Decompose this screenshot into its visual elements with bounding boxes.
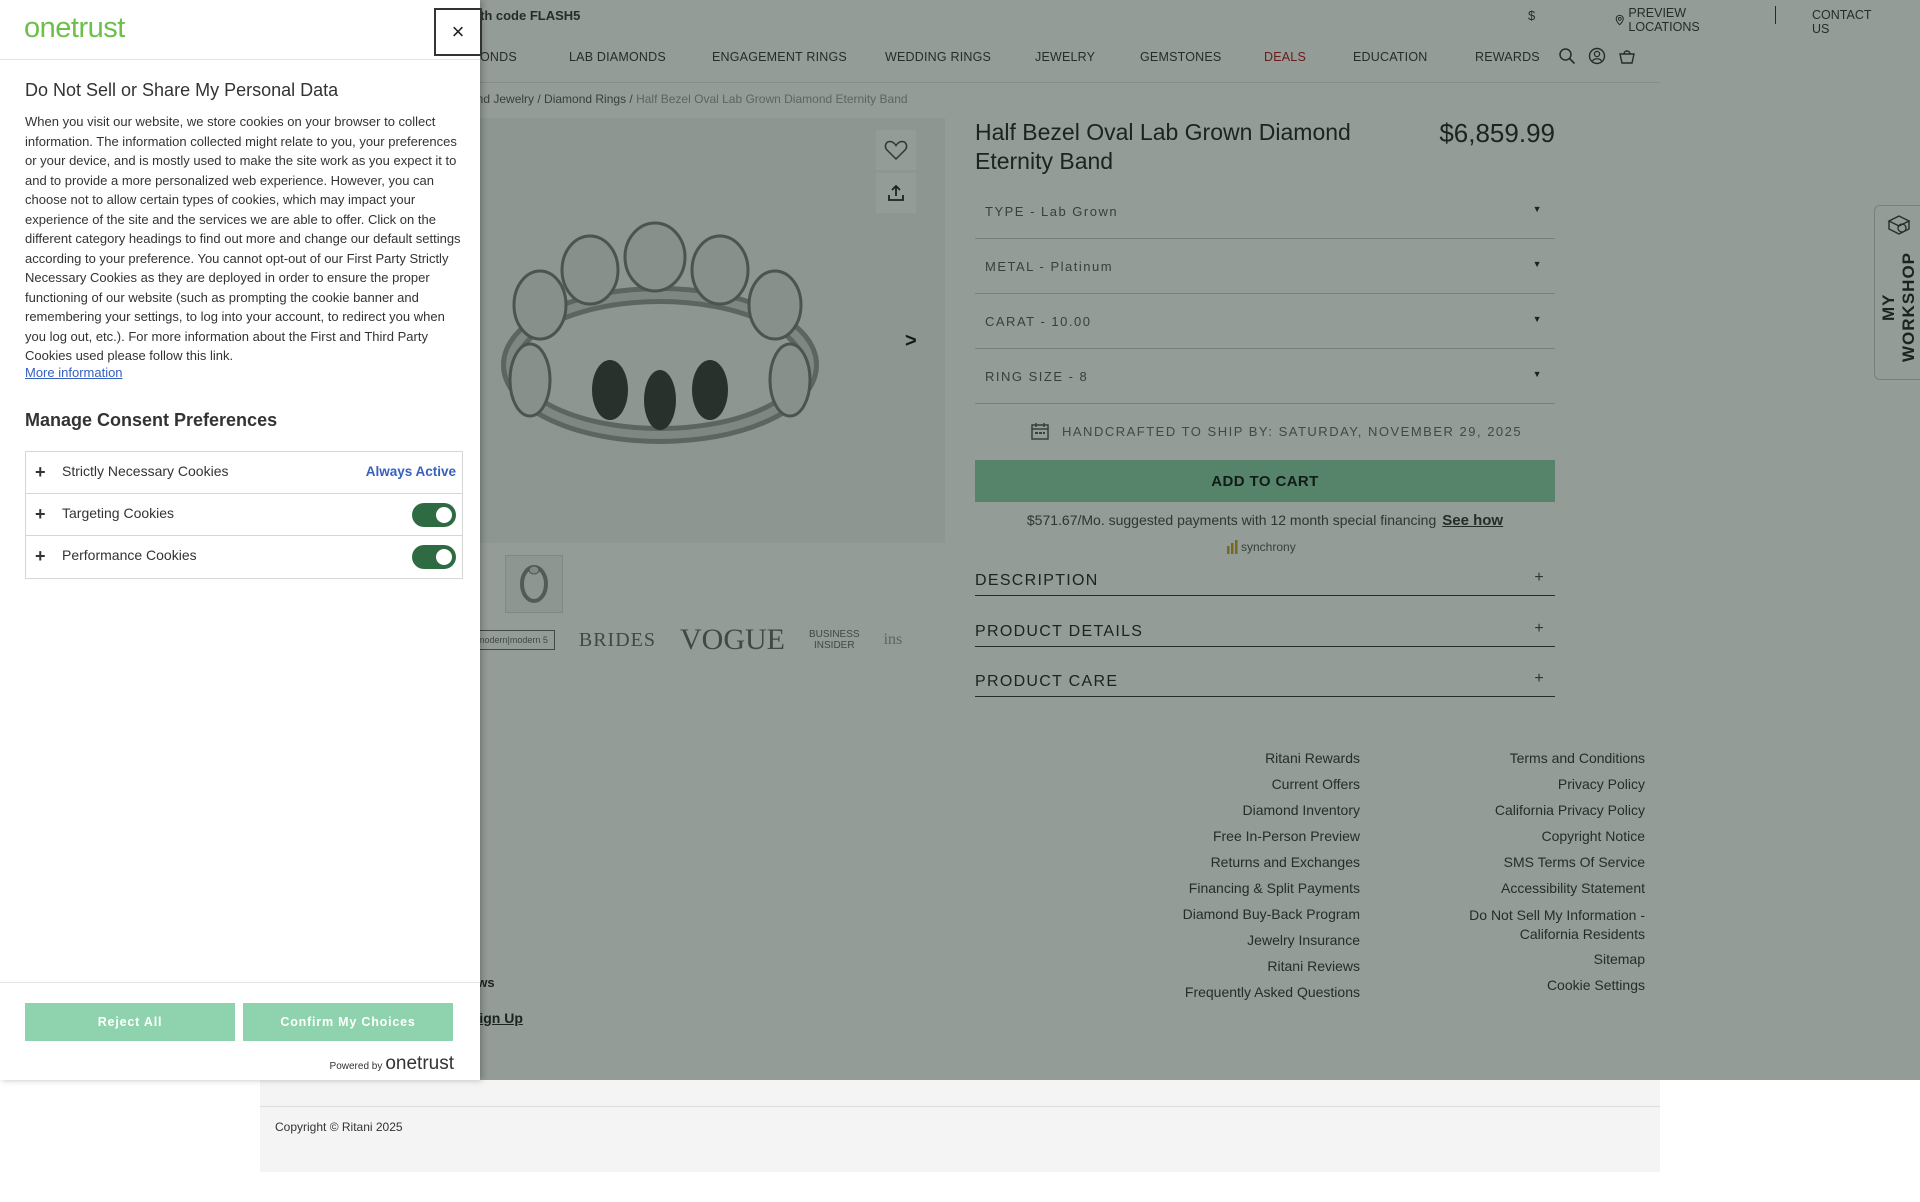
category-name: Performance Cookies xyxy=(62,547,197,563)
consent-title: Do Not Sell or Share My Personal Data xyxy=(25,80,339,100)
reject-all-button[interactable]: Reject All xyxy=(25,1003,235,1041)
category-performance[interactable]: + Performance Cookies xyxy=(26,536,462,578)
always-active-badge: Always Active xyxy=(365,464,456,479)
confirm-choices-button[interactable]: Confirm My Choices xyxy=(243,1003,453,1041)
targeting-cookies-toggle[interactable] xyxy=(412,503,456,527)
powered-by-label: Powered by xyxy=(329,1061,383,1072)
expand-plus-icon: + xyxy=(35,504,46,524)
category-name: Targeting Cookies xyxy=(62,505,175,521)
footer-bottom-band: Copyright © Ritani 2025 xyxy=(260,1080,1660,1172)
expand-plus-icon: + xyxy=(35,462,46,482)
close-icon: × xyxy=(451,19,465,44)
copyright-text: Copyright © Ritani 2025 xyxy=(275,1120,403,1134)
close-button[interactable]: × xyxy=(434,8,482,56)
category-strictly-necessary[interactable]: + Strictly Necessary Cookies Always Acti… xyxy=(26,452,462,494)
consent-preference-panel: onetrust × Do Not Sell or Share My Perso… xyxy=(0,0,482,1080)
manage-consent-title: Manage Consent Preferences xyxy=(25,410,278,430)
expand-plus-icon: + xyxy=(35,546,46,566)
footer-divider xyxy=(260,1106,1660,1107)
performance-cookies-toggle[interactable] xyxy=(412,545,456,569)
category-targeting[interactable]: + Targeting Cookies xyxy=(26,494,462,536)
consent-description: When you visit our website, we store coo… xyxy=(25,114,461,363)
powered-by-onetrust[interactable]: Powered by onetrust xyxy=(330,1053,454,1075)
powered-by-logo: onetrust xyxy=(385,1053,454,1074)
more-information-link[interactable]: More information xyxy=(25,365,123,380)
consent-panel-header: onetrust × xyxy=(0,0,482,60)
consent-panel-footer: Reject All Confirm My Choices Powered by… xyxy=(0,982,480,1080)
onetrust-logo: onetrust xyxy=(24,12,125,44)
cookie-categories: + Strictly Necessary Cookies Always Acti… xyxy=(25,451,463,579)
category-name: Strictly Necessary Cookies xyxy=(62,463,229,479)
